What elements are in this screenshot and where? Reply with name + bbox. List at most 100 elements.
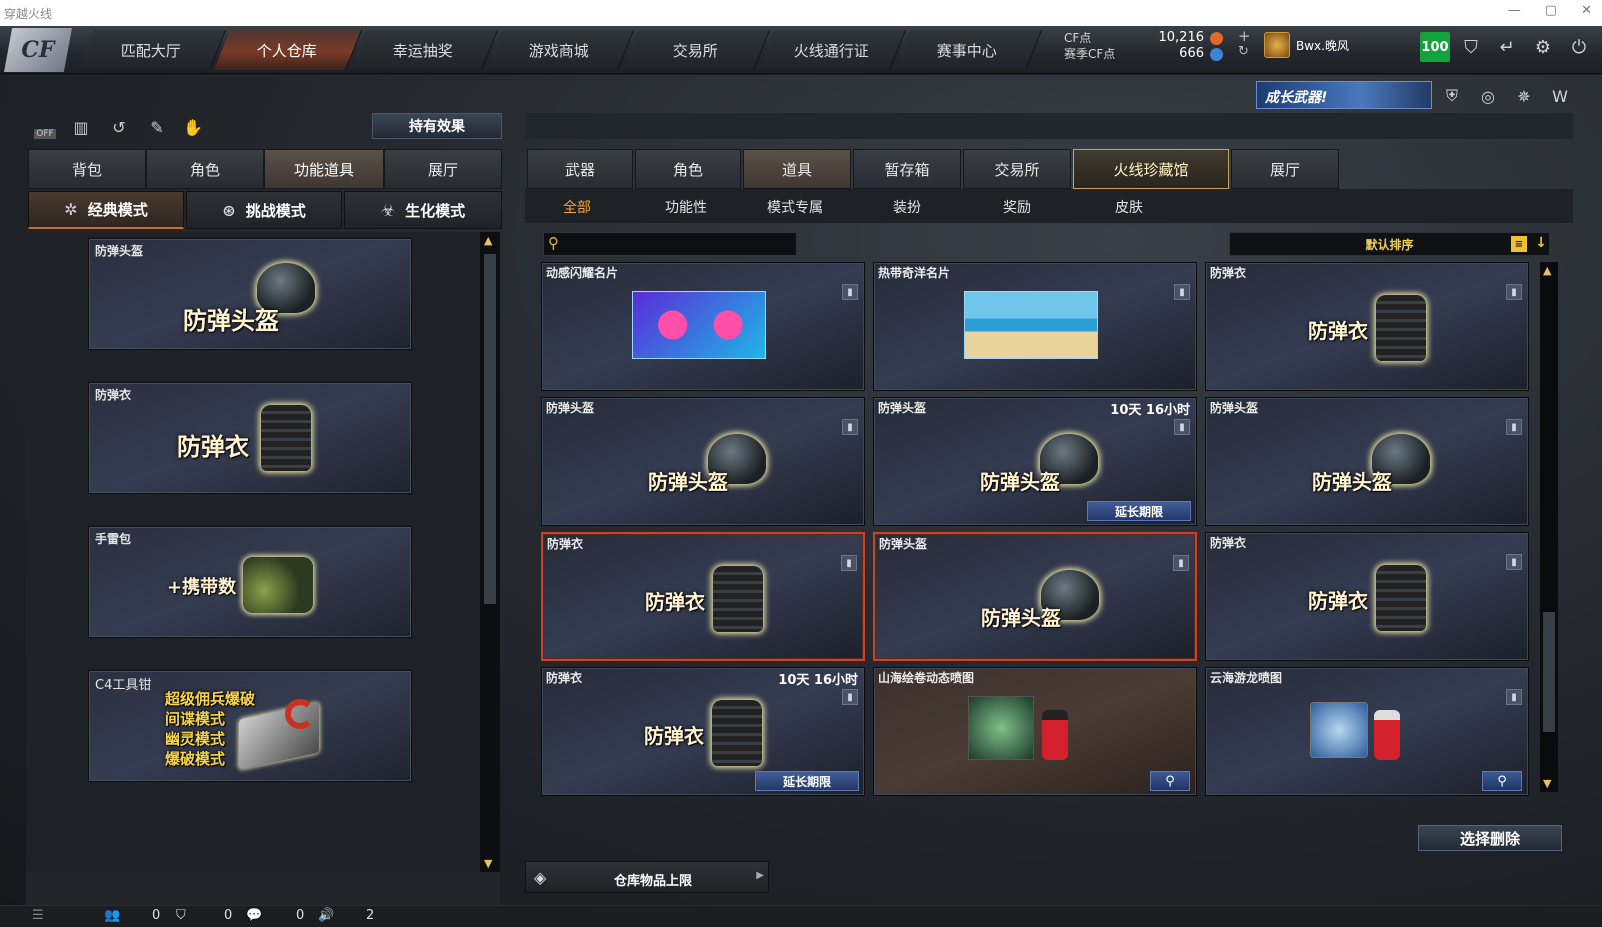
filter-mode-exclusive[interactable]: 模式专属: [767, 197, 823, 217]
nav-tab-exchange[interactable]: 交易所: [621, 30, 771, 70]
filter-cosmetic[interactable]: 装扮: [893, 197, 921, 217]
select-delete-button[interactable]: 选择删除: [1418, 825, 1562, 851]
capacity-bar[interactable]: ◈ 仓库物品上限 ▶: [525, 861, 769, 893]
scroll-down-icon[interactable]: ▼: [1543, 777, 1551, 790]
close-button[interactable]: ✕: [1581, 3, 1592, 18]
mode-biochem[interactable]: ☣ 生化模式: [344, 191, 502, 229]
clan-icon[interactable]: ⛉: [176, 908, 186, 923]
trash-icon[interactable]: ▮: [1174, 419, 1190, 435]
spray-icon[interactable]: ✎: [144, 114, 170, 140]
item-card[interactable]: 防弹头盔 ▮ 防弹头盔: [541, 397, 865, 526]
tab-functional-items[interactable]: 功能道具: [264, 149, 384, 189]
item-card[interactable]: 云海游龙喷图 ▮ ⚲: [1205, 667, 1529, 796]
wing-icon[interactable]: W: [1548, 84, 1572, 108]
filter-skin[interactable]: 皮肤: [1115, 197, 1143, 217]
sort-order-icon[interactable]: ↓: [1535, 235, 1547, 251]
tab-character[interactable]: 角色: [146, 149, 264, 189]
left-scrollbar[interactable]: ▲ ▼: [480, 232, 500, 872]
tab-roles[interactable]: 角色: [635, 149, 741, 189]
tab-weapons[interactable]: 武器: [527, 149, 633, 189]
mode-challenge[interactable]: ⊛ 挑战模式: [186, 191, 342, 229]
friends-icon[interactable]: 👥: [104, 908, 120, 923]
item-card[interactable]: 防弹衣 ▮ 防弹衣: [1205, 532, 1529, 661]
menu-icon[interactable]: ☰: [32, 908, 44, 923]
scroll-up-icon[interactable]: ▲: [484, 234, 492, 247]
trash-icon[interactable]: ▮: [841, 555, 857, 571]
cf-logo[interactable]: CF: [4, 28, 72, 72]
filter-reward[interactable]: 奖励: [1003, 197, 1031, 217]
nav-tab-lucky-draw[interactable]: 幸运抽奖: [349, 30, 499, 70]
speaker-icon[interactable]: 🔊: [318, 908, 334, 923]
scroll-thumb[interactable]: [1543, 612, 1555, 732]
filter-all[interactable]: 全部: [563, 197, 591, 217]
expand-arrow-icon[interactable]: ▶: [756, 870, 764, 881]
nav-tab-game-store[interactable]: 游戏商城: [485, 30, 635, 70]
trash-icon[interactable]: ▮: [1174, 284, 1190, 300]
item-card[interactable]: 山海绘卷动态喷图 ⚲: [873, 667, 1197, 796]
growth-weapon-banner[interactable]: 成长武器!: [1256, 81, 1432, 109]
nav-tab-match-hall[interactable]: 匹配大厅: [77, 30, 227, 70]
nav-tab-battle-pass[interactable]: 火线通行证: [757, 30, 907, 70]
preview-search-icon[interactable]: ⚲: [1150, 771, 1190, 791]
minimize-button[interactable]: —: [1508, 3, 1521, 18]
search-input[interactable]: ⚲: [543, 232, 797, 256]
item-card[interactable]: 热带奇洋名片 ▮: [873, 262, 1197, 391]
item-card[interactable]: 防弹头盔 ▮ 防弹头盔: [1205, 397, 1529, 526]
podium-icon[interactable]: ▥: [68, 114, 94, 140]
sort-dropdown[interactable]: 默认排序 ≡ ↓: [1229, 232, 1550, 256]
tab-showroom[interactable]: 展厅: [384, 149, 502, 189]
grid-scrollbar[interactable]: ▲ ▼: [1540, 262, 1558, 792]
hold-effect-button[interactable]: 持有效果: [372, 113, 502, 139]
item-card[interactable]: 防弹头盔 ▮ 防弹头盔: [873, 532, 1197, 661]
mode-classic[interactable]: ✲ 经典模式: [28, 191, 184, 229]
list-item[interactable]: 防弹头盔 防弹头盔: [88, 238, 412, 350]
tab-exhibit[interactable]: 展厅: [1231, 149, 1339, 189]
toggle-off-icon[interactable]: OFF: [32, 114, 58, 140]
tab-backpack[interactable]: 背包: [28, 149, 146, 189]
tab-items[interactable]: 道具: [743, 149, 851, 189]
tab-storage-box[interactable]: 暂存箱: [853, 149, 961, 189]
return-icon[interactable]: ↵: [1494, 34, 1520, 60]
trash-icon[interactable]: ▮: [1506, 554, 1522, 570]
tab-trade[interactable]: 交易所: [963, 149, 1071, 189]
item-card[interactable]: 防弹衣 ▮ 防弹衣: [1205, 262, 1529, 391]
extend-duration-button[interactable]: 延长期限: [755, 771, 859, 791]
list-item[interactable]: C4工具钳 超级佣兵爆破 间谍模式 幽灵模式 爆破模式: [88, 670, 412, 782]
nav-tab-personal-warehouse[interactable]: 个人仓库: [213, 30, 363, 70]
trash-icon[interactable]: ▮: [842, 284, 858, 300]
badge-icon[interactable]: ⛨: [1440, 84, 1464, 108]
glove-icon[interactable]: ✋: [180, 114, 206, 140]
trash-icon[interactable]: ▮: [842, 689, 858, 705]
trash-icon[interactable]: ▮: [842, 419, 858, 435]
nav-tab-events[interactable]: 赛事中心: [893, 30, 1043, 70]
extend-duration-button[interactable]: 延长期限: [1087, 501, 1191, 521]
item-card[interactable]: 防弹衣 10天 16小时 ▮ 防弹衣 延长期限: [541, 667, 865, 796]
history-icon[interactable]: ↺: [106, 114, 132, 140]
globe-icon[interactable]: ◎: [1476, 84, 1500, 108]
refresh-icon[interactable]: ↻: [1238, 44, 1249, 59]
crest-icon[interactable]: ✵: [1512, 84, 1536, 108]
power-icon[interactable]: ⏻: [1566, 34, 1592, 60]
scroll-down-icon[interactable]: ▼: [484, 857, 492, 870]
trash-icon[interactable]: ▮: [1506, 689, 1522, 705]
preview-search-icon[interactable]: ⚲: [1482, 771, 1522, 791]
add-points-icon[interactable]: +: [1238, 27, 1251, 45]
list-view-icon[interactable]: ≡: [1511, 236, 1527, 252]
list-item[interactable]: 手雷包 +携带数: [88, 526, 412, 638]
chat-icon[interactable]: 💬: [246, 908, 262, 923]
tab-collection-hall[interactable]: 火线珍藏馆: [1073, 149, 1229, 189]
trash-icon[interactable]: ▮: [1506, 419, 1522, 435]
item-card[interactable]: 防弹头盔 10天 16小时 ▮ 防弹头盔 延长期限: [873, 397, 1197, 526]
trash-icon[interactable]: ▮: [1506, 284, 1522, 300]
list-item[interactable]: 防弹衣 防弹衣: [88, 382, 412, 494]
item-card[interactable]: 动感闪耀名片 ▮: [541, 262, 865, 391]
scroll-up-icon[interactable]: ▲: [1543, 264, 1551, 277]
gear-icon[interactable]: ⚙: [1530, 34, 1556, 60]
maximize-button[interactable]: ▢: [1545, 3, 1557, 18]
trash-icon[interactable]: ▮: [1173, 555, 1189, 571]
item-card[interactable]: 防弹衣 ▮ 防弹衣: [541, 532, 865, 661]
scroll-thumb[interactable]: [484, 254, 496, 604]
user-profile[interactable]: Bwx.晚风: [1264, 32, 1349, 58]
shield-icon[interactable]: ⛉: [1458, 34, 1484, 60]
filter-functional[interactable]: 功能性: [665, 197, 707, 217]
